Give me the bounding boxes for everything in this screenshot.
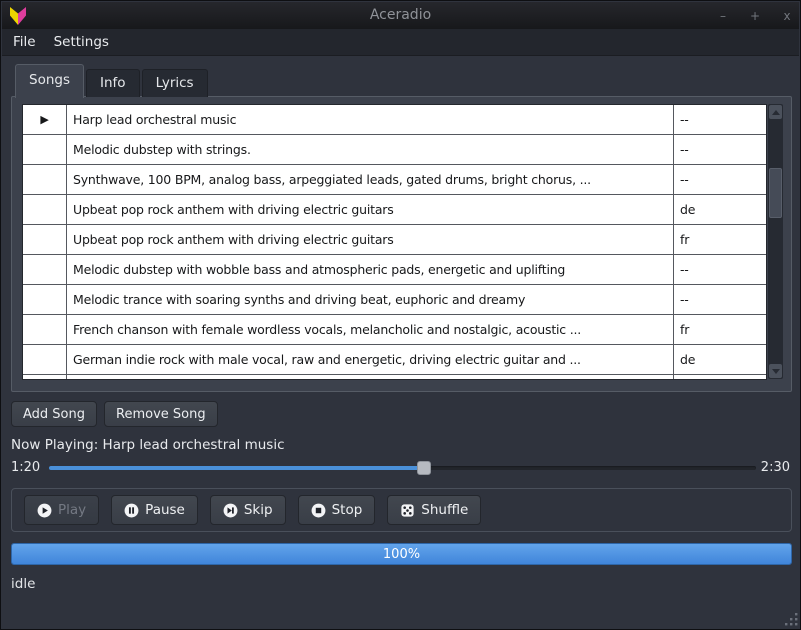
- stop-button-label: Stop: [332, 502, 363, 518]
- tab-songs[interactable]: Songs: [15, 64, 84, 98]
- song-table-grid: ▶Harp lead orchestral music--Melodic dub…: [22, 104, 767, 380]
- elapsed-time-label: 1:20: [11, 460, 40, 476]
- playing-indicator-cell: [23, 255, 67, 284]
- shuffle-button[interactable]: Shuffle: [387, 495, 481, 525]
- status-text: idle: [11, 576, 35, 592]
- menu-bar: File Settings: [2, 29, 799, 56]
- shuffle-button-label: Shuffle: [421, 502, 468, 518]
- song-language-cell: de: [674, 195, 766, 224]
- playing-indicator-cell: [23, 315, 67, 344]
- table-row[interactable]: Synthwave, 100 BPM, analog bass, arpeggi…: [23, 165, 766, 195]
- table-row[interactable]: French chanson with female wordless voca…: [23, 315, 766, 345]
- table-row[interactable]: German indie rock with male vocal, raw a…: [23, 345, 766, 375]
- resize-grip[interactable]: [784, 612, 798, 626]
- seek-slider-handle[interactable]: [417, 461, 431, 475]
- song-language-cell: --: [674, 285, 766, 314]
- song-title-cell: French chanson with female wordless voca…: [67, 315, 674, 344]
- app-window: Aceradio – + x File Settings Songs Info …: [0, 0, 801, 630]
- table-row[interactable]: Melodic dubstep with wobble bass and atm…: [23, 255, 766, 285]
- seek-slider-fill: [49, 466, 424, 470]
- table-row[interactable]: Melodic dubstep with strings.--: [23, 135, 766, 165]
- remove-song-button[interactable]: Remove Song: [104, 401, 218, 427]
- progress-bar: 100%: [11, 543, 792, 565]
- seek-slider[interactable]: [49, 460, 756, 476]
- vertical-scrollbar[interactable]: [768, 104, 783, 379]
- song-language-cell: --: [674, 255, 766, 284]
- song-language-cell: --: [674, 135, 766, 164]
- tab-info[interactable]: Info: [86, 69, 140, 97]
- stop-icon: [311, 503, 326, 518]
- playing-indicator-cell: [23, 285, 67, 314]
- song-language-cell: fr: [674, 225, 766, 254]
- arrow-down-icon: [772, 369, 780, 374]
- scrollbar-thumb[interactable]: [769, 168, 782, 218]
- playing-indicator-cell: [23, 225, 67, 254]
- maximize-button[interactable]: +: [749, 9, 761, 23]
- song-title-cell: Harp lead orchestral music: [67, 105, 674, 134]
- songs-panel: ▶Harp lead orchestral music--Melodic dub…: [11, 96, 792, 392]
- table-row[interactable]: ▶Harp lead orchestral music--: [23, 105, 766, 135]
- menu-settings[interactable]: Settings: [45, 29, 118, 56]
- stop-button[interactable]: Stop: [298, 495, 376, 525]
- skip-button[interactable]: Skip: [210, 495, 286, 525]
- play-icon: [37, 503, 52, 518]
- skip-icon: [223, 503, 238, 518]
- table-row[interactable]: Upbeat pop rock anthem with driving elec…: [23, 225, 766, 255]
- pause-button[interactable]: Pause: [111, 495, 198, 525]
- song-title-cell: Melodic dubstep with wobble bass and atm…: [67, 255, 674, 284]
- play-button-label: Play: [58, 502, 86, 518]
- song-title-cell: Melodic dubstep with strings.: [67, 135, 674, 164]
- playing-indicator-cell: [23, 345, 67, 374]
- library-buttons: Add Song Remove Song: [11, 401, 218, 427]
- playing-indicator-cell: [23, 195, 67, 224]
- arrow-up-icon: [772, 110, 780, 115]
- playing-indicator-cell: [23, 135, 67, 164]
- song-language-cell: --: [674, 165, 766, 194]
- play-button[interactable]: Play: [24, 495, 99, 525]
- now-playing-label: Now Playing: Harp lead orchestral music: [11, 437, 285, 453]
- song-title-cell: German indie rock with male vocal, raw a…: [67, 345, 674, 374]
- tab-bar: Songs Info Lyrics: [15, 63, 210, 97]
- table-row-partial: [23, 375, 766, 379]
- menu-file[interactable]: File: [4, 29, 45, 56]
- playback-controls-group: Play Pause Skip Stop Shuffle: [11, 488, 792, 532]
- close-button[interactable]: x: [781, 9, 793, 23]
- song-title-cell: Upbeat pop rock anthem with driving elec…: [67, 225, 674, 254]
- window-title: Aceradio: [2, 2, 799, 29]
- song-language-cell: fr: [674, 315, 766, 344]
- shuffle-icon: [400, 503, 415, 518]
- pause-button-label: Pause: [145, 502, 185, 518]
- minimize-button[interactable]: –: [717, 9, 729, 23]
- table-row[interactable]: Melodic trance with soaring synths and d…: [23, 285, 766, 315]
- table-row[interactable]: Upbeat pop rock anthem with driving elec…: [23, 195, 766, 225]
- tab-lyrics[interactable]: Lyrics: [142, 69, 208, 97]
- song-table: ▶Harp lead orchestral music--Melodic dub…: [22, 104, 783, 380]
- song-language-cell: --: [674, 105, 766, 134]
- skip-button-label: Skip: [244, 502, 273, 518]
- playing-indicator-cell: [23, 165, 67, 194]
- song-title-cell: Synthwave, 100 BPM, analog bass, arpeggi…: [67, 165, 674, 194]
- playing-indicator-icon: ▶: [23, 105, 67, 134]
- total-time-label: 2:30: [761, 460, 790, 476]
- window-controls: – + x: [717, 2, 793, 29]
- scroll-up-button[interactable]: [769, 105, 782, 119]
- song-language-cell: de: [674, 345, 766, 374]
- add-song-button[interactable]: Add Song: [11, 401, 97, 427]
- window-titlebar[interactable]: Aceradio – + x: [2, 2, 799, 30]
- song-title-cell: Upbeat pop rock anthem with driving elec…: [67, 195, 674, 224]
- scroll-down-button[interactable]: [769, 364, 782, 378]
- song-title-cell: Melodic trance with soaring synths and d…: [67, 285, 674, 314]
- pause-icon: [124, 503, 139, 518]
- progress-bar-label: 100%: [12, 544, 791, 565]
